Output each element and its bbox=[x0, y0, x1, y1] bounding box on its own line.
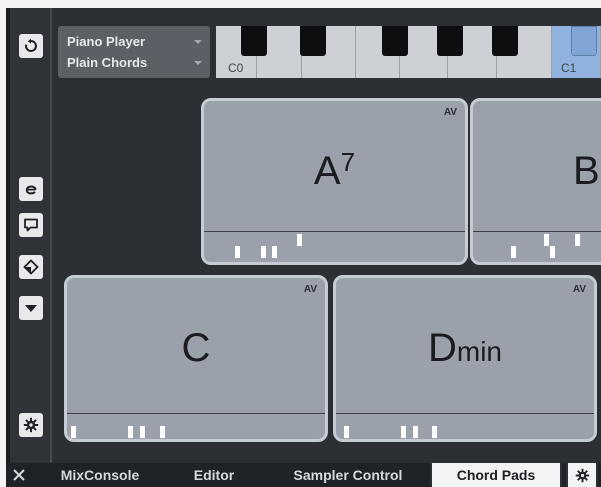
tag-icon bbox=[23, 259, 39, 275]
black-key-active[interactable] bbox=[571, 26, 597, 56]
player-name: Piano Player bbox=[67, 34, 146, 49]
pad-chord-label: B bbox=[573, 149, 600, 194]
voicing-note bbox=[511, 246, 516, 258]
keyboard[interactable]: C0 C1 bbox=[216, 26, 601, 78]
player-caret-icon bbox=[194, 40, 202, 44]
tab-settings-button[interactable] bbox=[566, 461, 598, 487]
voicing-note bbox=[401, 426, 406, 438]
voicing-note bbox=[128, 426, 133, 438]
edit-icon bbox=[25, 185, 37, 195]
black-key[interactable] bbox=[437, 26, 463, 56]
black-key[interactable] bbox=[492, 26, 518, 56]
pad-badge: AV bbox=[303, 284, 317, 295]
pad-divider bbox=[67, 413, 325, 414]
chord-root: D bbox=[427, 326, 457, 370]
pad-chord-label: A7 bbox=[204, 147, 465, 194]
black-key[interactable] bbox=[241, 26, 267, 56]
chord-root: B bbox=[573, 149, 600, 193]
chord-pad-c[interactable]: AV C bbox=[64, 275, 328, 442]
voicing-note bbox=[235, 246, 240, 258]
tab-sampler-control[interactable]: Sampler Control bbox=[268, 463, 428, 487]
voicing-note bbox=[140, 426, 145, 438]
chord-root: A bbox=[313, 149, 341, 193]
gear-icon bbox=[575, 468, 589, 482]
chord-pad-a7[interactable]: AV A7 bbox=[201, 98, 468, 265]
chord-root: C bbox=[181, 326, 211, 370]
chord-pad-dmin[interactable]: AV Dmin bbox=[333, 275, 597, 442]
pad-badge: AV bbox=[572, 284, 586, 295]
reset-icon bbox=[25, 38, 37, 52]
pad-badge: AV bbox=[443, 107, 457, 118]
bottom-tab-bar: MixConsole Editor Sampler Control Chord … bbox=[6, 461, 601, 487]
voicing-note bbox=[544, 234, 549, 246]
chord-suffix: min bbox=[456, 336, 502, 367]
reset-button[interactable] bbox=[19, 34, 43, 58]
comment-icon bbox=[24, 218, 38, 232]
tab-mixconsole[interactable]: MixConsole bbox=[40, 463, 160, 487]
voicing-note bbox=[297, 234, 302, 246]
style-caret-icon bbox=[194, 61, 202, 65]
player-style: Plain Chords bbox=[67, 55, 148, 70]
player-selector[interactable]: Piano Player Plain Chords bbox=[58, 26, 210, 78]
key-label-c1: C1 bbox=[561, 61, 577, 75]
pad-divider bbox=[204, 231, 465, 232]
header: Piano Player Plain Chords C0 C1 bbox=[58, 26, 601, 86]
edit-button[interactable] bbox=[19, 177, 43, 201]
voicing-note bbox=[432, 426, 437, 438]
voicing-note bbox=[261, 246, 266, 258]
tag-button[interactable] bbox=[19, 255, 43, 279]
voicing-note bbox=[71, 426, 76, 438]
pad-area: AV A7 B AV C AV Dmin bbox=[58, 94, 601, 463]
chord-pads-window: Piano Player Plain Chords C0 C1 AV A7 B … bbox=[6, 8, 601, 487]
voicing-note bbox=[344, 426, 349, 438]
voicing-note bbox=[575, 234, 580, 246]
voicing-note bbox=[272, 246, 277, 258]
key-label-c0: C0 bbox=[228, 61, 244, 75]
close-icon[interactable] bbox=[10, 466, 28, 484]
voicing-note bbox=[413, 426, 418, 438]
voicing-note bbox=[550, 246, 555, 258]
voicing-note bbox=[160, 426, 165, 438]
chord-extension: 7 bbox=[340, 147, 356, 177]
pad-divider bbox=[336, 413, 594, 414]
chevron-down-icon bbox=[25, 305, 37, 312]
pad-chord-label: Dmin bbox=[336, 326, 594, 371]
tab-chord-pads[interactable]: Chord Pads bbox=[430, 461, 562, 487]
pad-chord-label: C bbox=[67, 326, 325, 371]
pad-divider bbox=[473, 231, 601, 232]
black-key[interactable] bbox=[382, 26, 408, 56]
left-toolbar bbox=[10, 8, 52, 463]
settings-button[interactable] bbox=[19, 413, 43, 437]
gear-icon bbox=[23, 417, 39, 433]
tab-editor[interactable]: Editor bbox=[168, 463, 260, 487]
dropdown-button[interactable] bbox=[19, 296, 43, 320]
chord-pad-b[interactable]: B bbox=[470, 98, 601, 265]
comment-button[interactable] bbox=[19, 213, 43, 237]
black-key[interactable] bbox=[300, 26, 326, 56]
